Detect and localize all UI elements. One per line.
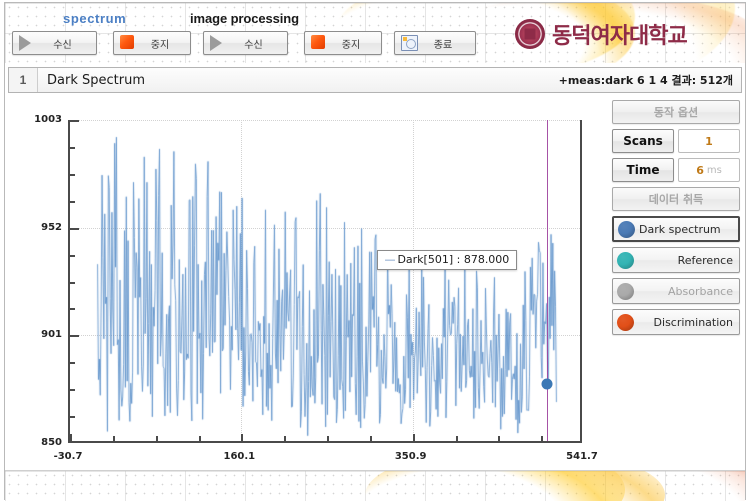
measurement-status-text: +meas:dark 6 1 4 결과: 512개	[558, 74, 733, 87]
footer-dot-texture	[5, 471, 745, 501]
x-axis-label: 160.1	[223, 451, 256, 462]
spectrum-trace	[70, 120, 580, 441]
time-row: Time 6 ms	[612, 158, 740, 182]
section-label-spectrum: spectrum	[63, 11, 127, 26]
reference-color-icon	[617, 251, 634, 269]
time-unit: ms	[706, 164, 722, 176]
data-acquire-button[interactable]: 데이터 취득	[612, 187, 740, 211]
mode-label-reference: Reference	[677, 253, 733, 267]
cursor-line[interactable]	[547, 120, 549, 441]
x-axis-label: -30.7	[53, 451, 83, 462]
application-window: spectrum image processing 동덕여자대학교 수신 중지 …	[0, 0, 750, 504]
absorbance-color-icon	[617, 282, 634, 300]
discrimination-color-icon	[617, 313, 634, 331]
play-icon	[19, 35, 35, 51]
y-axis-label: 1003	[34, 114, 62, 125]
time-label[interactable]: Time	[612, 158, 674, 182]
stop-icon	[311, 35, 327, 51]
time-value: 6	[696, 163, 704, 177]
spectrum-stop-label: 중지	[150, 39, 170, 51]
y-axis-label: 901	[41, 329, 62, 341]
mode-label-absorbance: Absorbance	[667, 284, 733, 298]
operation-options-button[interactable]: 동작 옵션	[612, 100, 740, 124]
university-seal-icon	[515, 19, 545, 49]
exit-icon	[401, 35, 418, 51]
mode-label-discrimination: Discrimination	[653, 315, 733, 329]
time-value-field[interactable]: 6 ms	[678, 158, 740, 182]
exit-button[interactable]: 종료	[394, 31, 476, 55]
datapoint-tooltip: — Dark[501] : 878.000	[377, 250, 518, 271]
scans-label[interactable]: Scans	[612, 129, 674, 153]
footer-banner	[5, 470, 745, 501]
control-panel: 동작 옵션 Scans 1 Time 6 ms 데이터 취득 Dark spec…	[612, 100, 740, 360]
university-name: 동덕여자대학교	[552, 24, 688, 49]
spectrum-receive-label: 수신	[53, 39, 72, 51]
image-stop-button[interactable]: 중지	[304, 31, 382, 55]
scans-row: Scans 1	[612, 129, 740, 153]
chart-title: Dark Spectrum	[47, 72, 145, 88]
mode-button-discrimination[interactable]: Discrimination	[612, 309, 740, 335]
spectrum-stop-button[interactable]: 중지	[113, 31, 191, 55]
x-axis-label: 541.7	[566, 451, 598, 462]
play-icon	[210, 35, 226, 51]
plot-area[interactable]: — Dark[501] : 878.000	[68, 120, 582, 443]
chart-titlebar: 1 Dark Spectrum +meas:dark 6 1 4 결과: 512…	[8, 67, 742, 93]
university-logo: 동덕여자대학교	[515, 18, 688, 50]
x-axis-label: 350.9	[394, 451, 427, 462]
tooltip-dash-icon: —	[384, 253, 396, 267]
section-label-image-processing: image processing	[190, 11, 299, 26]
y-axis-label: 850	[41, 437, 62, 448]
spectrum-receive-button[interactable]: 수신	[12, 31, 97, 55]
chart-area: 850 901 952 1003 -30.7 160.1 350.9 541.7 — Dark…	[8, 96, 606, 465]
image-receive-button[interactable]: 수신	[203, 31, 288, 55]
mode-button-absorbance[interactable]: Absorbance	[612, 278, 740, 304]
image-receive-label: 수신	[244, 39, 263, 51]
chart-index-badge: 1	[9, 68, 38, 92]
mode-label-dark-spectrum: Dark spectrum	[639, 222, 721, 236]
cursor-marker[interactable]	[541, 378, 553, 390]
mode-button-reference[interactable]: Reference	[612, 247, 740, 273]
scans-value: 1	[705, 134, 713, 148]
stop-icon	[120, 35, 136, 51]
image-stop-label: 중지	[341, 39, 361, 51]
scans-value-field[interactable]: 1	[678, 129, 740, 153]
dark-spectrum-color-icon	[618, 220, 635, 238]
exit-label: 종료	[433, 39, 453, 51]
tooltip-text: Dark[501] : 878.000	[397, 253, 510, 267]
mode-button-dark-spectrum[interactable]: Dark spectrum	[612, 216, 740, 242]
y-axis-label: 952	[41, 221, 62, 233]
